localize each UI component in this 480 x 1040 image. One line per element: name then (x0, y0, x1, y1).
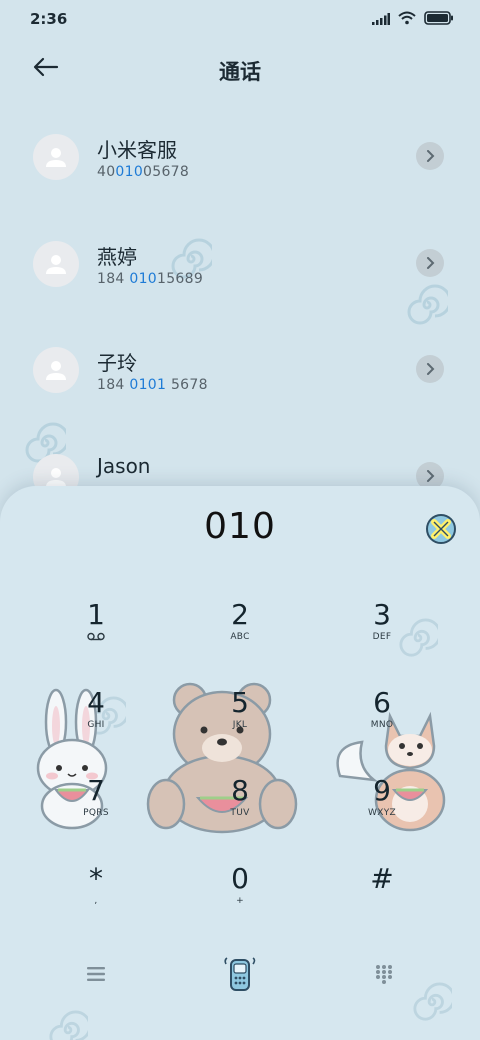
key-star[interactable]: * , (26, 862, 166, 932)
person-icon (46, 255, 66, 274)
key-letters: MNO (370, 720, 394, 730)
wifi-icon (398, 10, 416, 29)
header: 通话 (0, 46, 480, 92)
contact-number: 4001005678 (97, 164, 190, 180)
contact-name: 子玲 (97, 351, 137, 375)
contact-name: Jason (97, 454, 151, 478)
key-letters: GHI (87, 720, 105, 730)
key-letters: , (94, 896, 98, 906)
key-7[interactable]: 7 PQRS (26, 774, 166, 844)
key-4[interactable]: 4 GHI (26, 686, 166, 756)
key-letters: WXYZ (368, 808, 396, 818)
dialer-bottom-bar (0, 946, 480, 1006)
status-icons (372, 10, 454, 29)
key-digit: 8 (231, 774, 249, 807)
backspace-button[interactable] (424, 512, 458, 546)
contact-detail-button[interactable] (416, 355, 444, 383)
battery-icon (424, 10, 454, 29)
key-2[interactable]: 2 ABC (170, 598, 310, 668)
contact-number: 184 01015689 (97, 271, 204, 287)
call-phone-icon (224, 957, 256, 991)
key-8[interactable]: 8 TUV (170, 774, 310, 844)
key-3[interactable]: 3 DEF (312, 598, 452, 668)
swirl-decoration (49, 1010, 88, 1040)
menu-button[interactable] (72, 950, 120, 998)
key-digit: 2 (231, 598, 249, 631)
chevron-right-icon (427, 363, 435, 375)
key-digit: * (89, 862, 103, 895)
list-item[interactable]: 燕婷 184 01015689 (0, 217, 480, 313)
signal-icon (372, 10, 390, 29)
person-icon (46, 361, 66, 380)
key-digit: 3 (373, 598, 391, 631)
key-letters: PQRS (83, 808, 109, 818)
keypad-icon (376, 965, 392, 984)
chevron-right-icon (427, 150, 435, 162)
key-digit: 0 (231, 862, 249, 895)
key-1[interactable]: 1 (26, 598, 166, 668)
page-title: 通话 (219, 60, 261, 84)
avatar (33, 134, 79, 180)
avatar (33, 347, 79, 393)
contact-name: 小米客服 (97, 138, 177, 162)
person-icon (46, 148, 66, 167)
key-digit: 7 (87, 774, 105, 807)
menu-icon (87, 967, 105, 981)
key-9[interactable]: 9 WXYZ (312, 774, 452, 844)
key-digit: 5 (231, 686, 249, 719)
list-item[interactable]: 子玲 184 0101 5678 (0, 323, 480, 419)
chevron-right-icon (427, 470, 435, 482)
key-digit: 4 (87, 686, 105, 719)
dialer-panel: 010 1 2 ABC 3 DEF 4 GHI 5 JKL 6 MNO 7 PQ… (0, 486, 480, 1040)
key-digit: 9 (373, 774, 391, 807)
key-letters: ABC (230, 632, 250, 642)
status-bar: 2:36 (0, 0, 480, 38)
key-letters: + (236, 896, 244, 906)
key-digit: 6 (373, 686, 391, 719)
key-digit: # (370, 862, 394, 895)
key-digit: 1 (87, 598, 105, 631)
chevron-right-icon (427, 257, 435, 269)
dial-input-display[interactable]: 010 (0, 506, 480, 547)
key-6[interactable]: 6 MNO (312, 686, 452, 756)
list-item[interactable]: 小米客服 4001005678 (0, 110, 480, 206)
voicemail-icon (26, 632, 166, 644)
key-letters: DEF (372, 632, 392, 642)
contact-detail-button[interactable] (416, 249, 444, 277)
key-letters: TUV (230, 808, 250, 818)
key-5[interactable]: 5 JKL (170, 686, 310, 756)
contact-number: 184 0101 5678 (97, 377, 208, 393)
key-hash[interactable]: # (312, 862, 452, 932)
key-0[interactable]: 0 + (170, 862, 310, 932)
contact-detail-button[interactable] (416, 142, 444, 170)
contact-name: 燕婷 (97, 245, 137, 269)
keypad-toggle-button[interactable] (360, 950, 408, 998)
status-time: 2:36 (30, 10, 68, 28)
avatar (33, 241, 79, 287)
call-button[interactable] (216, 950, 264, 998)
backspace-icon (426, 514, 456, 544)
key-letters: JKL (232, 720, 248, 730)
